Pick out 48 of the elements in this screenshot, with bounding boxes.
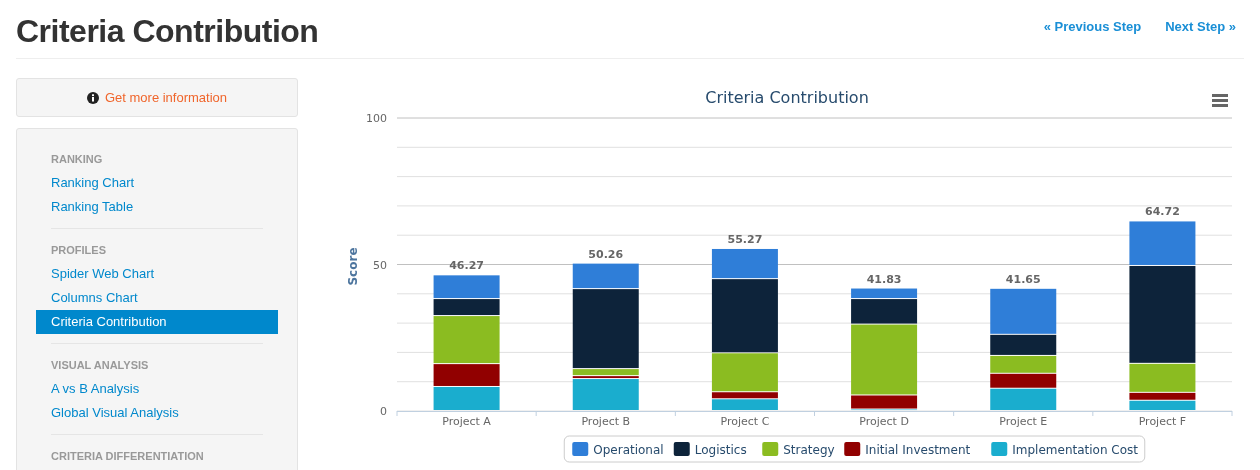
nav-item[interactable]: Ranking Table [36, 195, 278, 219]
legend-item[interactable]: Initial Investment [844, 442, 971, 457]
legend-item[interactable]: Operational [572, 442, 664, 457]
bar-segment [1129, 400, 1196, 410]
legend-label: Implementation Cost [1012, 443, 1139, 457]
x-tick-label: Project D [859, 415, 909, 428]
x-tick-label: Project A [442, 415, 491, 428]
value-label: 64.72 [1145, 205, 1180, 219]
value-label: 41.83 [866, 272, 902, 286]
y-tick-label: 0 [380, 405, 387, 418]
bar-segment [433, 275, 500, 299]
y-axis-title: Score [346, 247, 360, 286]
x-tick-label: Project F [1138, 415, 1187, 428]
chart-title: Criteria Contribution [705, 88, 869, 107]
legend-item[interactable]: Implementation Cost [991, 442, 1139, 457]
nav-item[interactable]: Global Visual Analysis [36, 401, 278, 425]
legend-label: Strategy [783, 443, 835, 457]
step-link[interactable]: Next Step » [1165, 17, 1236, 37]
x-tick-label: Project B [581, 415, 631, 428]
legend-item[interactable]: Strategy [762, 442, 835, 457]
value-label: 41.65 [1005, 272, 1041, 286]
section-heading: PROFILES [50, 243, 107, 258]
section-heading: RANKING [50, 152, 104, 167]
legend-label: Initial Investment [865, 443, 971, 457]
nav-item[interactable]: Spider Web Chart [36, 262, 278, 286]
nav-item[interactable]: Criteria Contribution [36, 310, 278, 334]
step-link[interactable]: « Previous Step [1043, 17, 1142, 37]
info-icon [86, 91, 99, 104]
nav-item[interactable]: A vs B Analysis [36, 377, 278, 401]
legend-item[interactable]: Logistics [673, 442, 747, 457]
nav-item[interactable]: Columns Chart [36, 286, 278, 310]
bar-segment [990, 355, 1057, 373]
menu-icon[interactable] [1212, 94, 1228, 107]
info-button[interactable]: Get more information [16, 78, 298, 117]
section-heading: VISUAL ANALYSIS [50, 358, 150, 373]
nav-item[interactable]: Ranking Chart [36, 171, 278, 195]
legend-label: Logistics [694, 443, 747, 457]
section-heading: CRITERIA DIFFERENTIATION [50, 449, 205, 464]
value-label: 55.27 [727, 232, 763, 246]
x-tick-label: Project E [999, 415, 1048, 428]
x-tick-label: Project C [720, 415, 770, 428]
value-label: 46.27 [449, 259, 484, 273]
value-label: 50.26 [588, 247, 624, 261]
y-tick-label: 100 [366, 112, 387, 125]
page-title: Criteria Contribution [16, 12, 319, 51]
legend-label: Operational [593, 443, 664, 457]
bar-segment [433, 386, 500, 410]
y-tick-label: 50 [373, 258, 387, 272]
